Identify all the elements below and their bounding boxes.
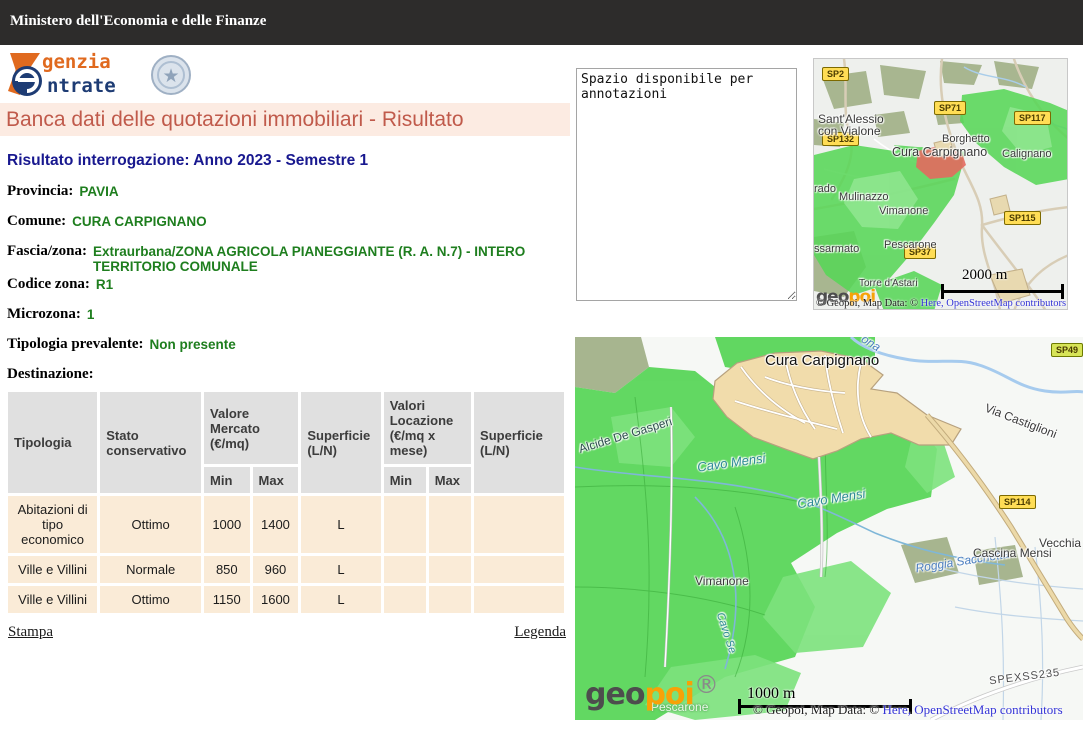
place-label: Sant'Alessio con Vialone [818,113,906,137]
place-label: Mulinazzo [839,191,889,203]
place-label: Pescarone [884,239,937,251]
table-row: Ville e Villini Ottimo 1150 1600 L [8,586,564,613]
col-header-valori-locazione: Valori Locazione (€/mq x mese) [384,392,471,464]
ministry-title: Ministero dell'Economia e delle Finanze [10,13,266,30]
svg-text:genzia: genzia [42,51,111,73]
col-header-tipologia: Tipologia [8,392,97,493]
geopoi-logo: geopoi® [585,670,718,712]
col-header-vl-min: Min [384,467,426,493]
overview-map[interactable]: SP2 SP71 SP117 SP132 SP115 SP37 Sant'Ale… [813,58,1068,310]
field-microzona: Microzona: 1 [7,306,572,323]
zone-map-canvas [575,337,1083,720]
field-fascia-zona: Fascia/zona: Extraurbana/ZONA AGRICOLA P… [7,243,572,274]
place-label: rado [814,183,836,195]
stampa-link[interactable]: Stampa [8,624,53,641]
map-attribution: © Geopoi, Map Data: © Here, OpenStreetMa… [816,298,1066,309]
field-comune: Comune: CURA CARPIGNANO [7,213,572,230]
map-attribution: © Geopoi, Map Data: © Here, OpenStreetMa… [753,702,1063,718]
col-header-superficie-2: Superficie (L/N) [474,392,564,493]
ministry-top-bar: Ministero dell'Economia e delle Finanze [0,0,1083,45]
overview-map-canvas [814,59,1068,310]
table-row: Ville e Villini Normale 850 960 L [8,556,564,583]
table-links-row: Stampa Legenda [8,624,566,641]
road-badge-sp2: SP2 [822,67,849,81]
zone-map[interactable]: Cura Carpignano SP49 SP114 Via Castiglio… [575,337,1083,720]
here-link[interactable]: Here, [921,298,944,309]
field-provincia: Provincia: PAVIA [7,183,572,200]
place-label: Vimanone [695,575,749,587]
place-label: Borghetto [942,133,990,145]
republic-emblem-icon: ★ [150,53,192,97]
col-header-valore-mercato: Valore Mercato (€/mq) [204,392,298,464]
col-header-vl-max: Max [429,467,471,493]
col-header-superficie: Superficie (L/N) [301,392,380,493]
scale-bar [941,284,1064,299]
agenzia-entrate-logo-icon: genzia ntrate [6,51,152,99]
svg-text:★: ★ [162,66,179,87]
field-tipologia-prevalente: Tipologia prevalente: Non presente [7,336,572,353]
left-column: genzia ntrate ★ Banca dati delle quotazi… [0,45,572,641]
result-heading: Risultato interrogazione: Anno 2023 - Se… [7,152,572,170]
osm-link[interactable]: OpenStreetMap contributors [911,702,1063,717]
road-badge-sp114: SP114 [999,495,1036,509]
col-header-stato: Stato conservativo [100,392,201,493]
place-label: Vecchia [1039,537,1081,549]
road-badge-sp115: SP115 [1004,211,1041,225]
annotations-textarea[interactable]: Spazio disponibile per annotazioni [576,68,797,301]
logo-row: genzia ntrate ★ [0,45,572,103]
col-header-vm-min: Min [204,467,250,493]
table-row: Abitazioni di tipo economico Ottimo 1000… [8,496,564,553]
place-label: ssarmato [814,243,859,255]
road-badge-sp71: SP71 [934,101,966,115]
road-badge-sp49: SP49 [1051,343,1083,357]
col-header-vm-max: Max [253,467,299,493]
here-link[interactable]: Here, [883,702,912,717]
road-badge-sp117: SP117 [1014,111,1051,125]
town-label: Cura Carpignano [765,355,879,367]
place-label: Vimanone [879,205,928,217]
legenda-link[interactable]: Legenda [514,624,566,641]
osm-link[interactable]: OpenStreetMap contributors [944,298,1066,309]
field-codice-zona: Codice zona: R1 [7,276,572,293]
field-destinazione: Destinazione: [7,366,572,383]
quotations-table: Tipologia Stato conservativo Valore Merc… [5,389,567,616]
place-label: Calignano [1002,148,1052,160]
svg-text:ntrate: ntrate [47,75,116,97]
page-title-banner: Banca dati delle quotazioni immobiliari … [0,103,570,136]
scale-label: 2000 m [962,267,1007,284]
place-label: Cura Carpignano [892,146,987,158]
